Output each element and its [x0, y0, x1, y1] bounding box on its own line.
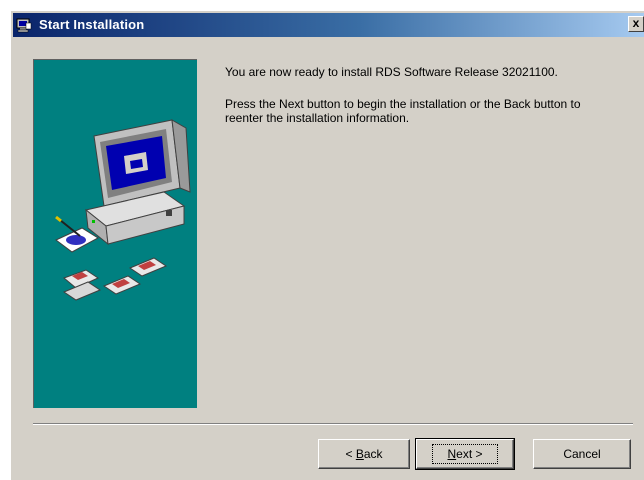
- next-button-label: Next >: [432, 444, 498, 464]
- side-panel-illustration: [33, 59, 197, 408]
- installer-window: Start Installation x You are now ready t…: [10, 10, 644, 480]
- window-title: Start Installation: [39, 17, 145, 32]
- close-icon: x: [632, 16, 640, 30]
- back-button[interactable]: < Back: [318, 439, 410, 469]
- monitor-icon: [93, 119, 191, 207]
- instructions-message: Press the Next button to begin the insta…: [225, 97, 581, 125]
- close-button[interactable]: x: [628, 16, 644, 32]
- floppy-disks-icon: [62, 257, 168, 301]
- setup-icon: [16, 18, 32, 33]
- cancel-button[interactable]: Cancel: [533, 439, 631, 469]
- ready-message: You are now ready to install RDS Softwar…: [225, 65, 558, 79]
- back-button-label: < Back: [345, 447, 383, 461]
- cancel-button-label: Cancel: [563, 447, 601, 461]
- title-bar[interactable]: Start Installation x: [13, 13, 644, 37]
- separator-line: [33, 423, 633, 425]
- next-button[interactable]: Next >: [415, 438, 515, 470]
- computer-base-icon: [84, 191, 186, 246]
- computer-with-disks-illustration: [55, 119, 191, 301]
